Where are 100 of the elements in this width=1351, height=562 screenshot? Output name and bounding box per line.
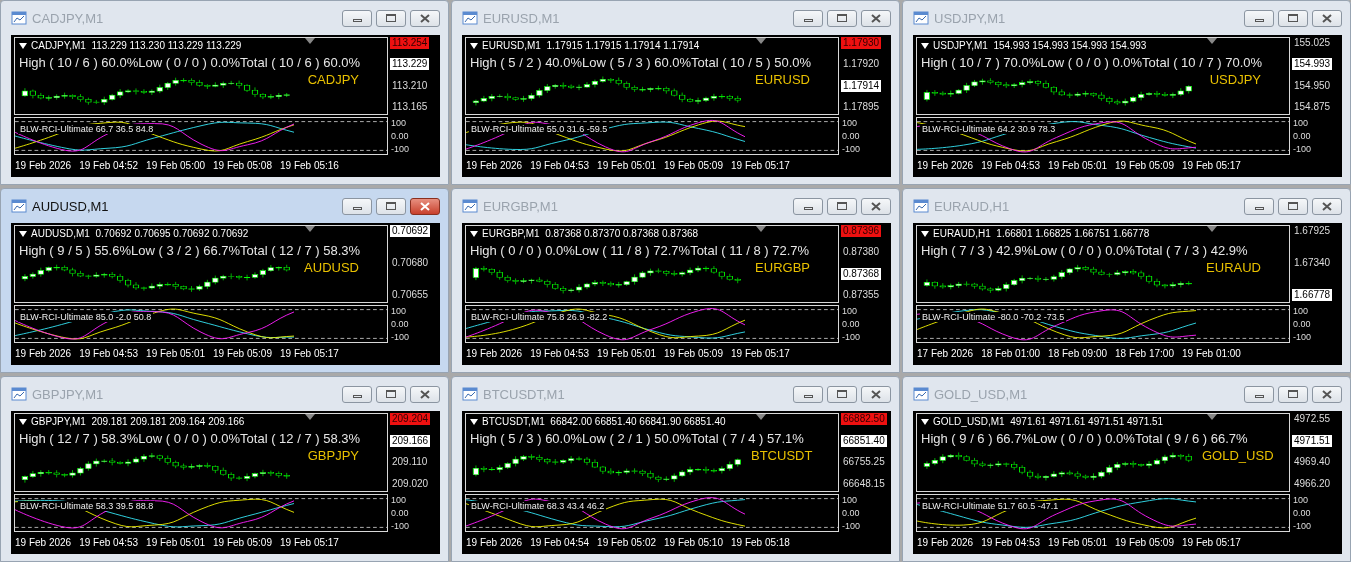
- time-label: 19 Feb 01:00: [1182, 348, 1241, 360]
- time-label: 19 Feb 05:01: [146, 348, 206, 360]
- indicator-label: BLW-RCI-Ultimate 58.3 39.5 88.8: [18, 501, 156, 511]
- indicator-level-label: -100: [842, 332, 860, 343]
- indicator-level-label: -100: [391, 332, 409, 343]
- indicator-label: BLW-RCI-Ultimate 66.7 36.5 84.8: [18, 124, 156, 134]
- stats-text: High ( 9 / 5 ) 55.6%Low ( 3 / 2 ) 66.7%Total ( 12 / 7 ) 58.3%: [18, 242, 362, 258]
- window-title: CADJPY,M1: [32, 10, 104, 26]
- time-label: 19 Feb 05:09: [213, 348, 272, 360]
- current-price-tag: 0.70692: [390, 225, 431, 237]
- ohlc-info: GBPJPY,M1 209.181 209.181 209.164 209.166: [31, 416, 245, 427]
- indicator-label: BLW-RCI-Ultimate 64.2 30.9 78.3: [920, 124, 1058, 134]
- alert-price-tag: 0.87396: [841, 225, 882, 237]
- symbol-label: EURAUD: [1206, 260, 1261, 275]
- time-label: 19 Feb 05:18: [731, 537, 790, 549]
- price-label: 4972.55: [1293, 413, 1332, 425]
- time-label: 19 Feb 05:17: [280, 537, 339, 549]
- time-label: 19 Feb 05:09: [213, 537, 272, 549]
- time-label: 19 Feb 04:53: [981, 160, 1041, 172]
- time-label: 19 Feb 05:01: [1048, 160, 1108, 172]
- indicator-level-label: 0.00: [1293, 508, 1311, 519]
- time-label: 19 Feb 04:53: [981, 537, 1041, 549]
- time-label: 19 Feb 05:10: [664, 537, 723, 549]
- symbol-label: CADJPY: [307, 72, 359, 87]
- stats-text: High ( 9 / 6 ) 66.7%Low ( 0 / 0 ) 0.0%Total ( 9 / 6 ) 66.7%: [920, 430, 1249, 446]
- indicator-level-label: 100: [1293, 118, 1309, 129]
- indicator-level-label: 100: [391, 495, 407, 506]
- price-label: 209.020: [391, 477, 430, 490]
- indicator-level-label: 0.00: [391, 319, 409, 330]
- window-title: GBPJPY,M1: [32, 386, 104, 402]
- price-label: 4969.40: [1293, 456, 1332, 469]
- price-label: 155.025: [1293, 37, 1332, 49]
- indicator-label: BLW-RCI-Ultimate 51.7 60.5 -47.1: [920, 501, 1061, 511]
- current-price-tag: 4971.51: [1292, 434, 1333, 447]
- indicator-level-label: 100: [842, 118, 858, 129]
- time-label: 17 Feb 2026: [917, 348, 974, 360]
- time-label: 19 Feb 04:54: [530, 537, 590, 549]
- time-label: 19 Feb 04:53: [530, 160, 590, 172]
- time-label: 19 Feb 05:01: [1048, 537, 1108, 549]
- time-label: 19 Feb 04:53: [79, 348, 139, 360]
- symbol-label: EURUSD: [755, 72, 810, 87]
- window-title: EURGBP,M1: [483, 198, 558, 214]
- indicator-level-label: 0.00: [842, 319, 860, 330]
- stats-text: High ( 5 / 2 ) 40.0%Low ( 5 / 3 ) 60.0%Total ( 10 / 5 ) 50.0%: [469, 54, 813, 70]
- time-label: 18 Feb 01:00: [981, 348, 1041, 360]
- current-price-tag: 113.229: [390, 58, 430, 71]
- indicator-level-label: 100: [842, 306, 858, 317]
- current-price-tag: 0.87368: [841, 267, 882, 280]
- symbol-label: USDJPY: [1209, 72, 1261, 87]
- time-label: 19 Feb 05:08: [213, 160, 272, 172]
- ohlc-info: USDJPY,M1 154.993 154.993 154.993 154.993: [933, 40, 1147, 51]
- indicator-label: BLW-RCI-Ultimate 75.8 26.9 -82.2: [469, 312, 610, 322]
- time-label: 19 Feb 2026: [466, 537, 523, 549]
- time-label: 19 Feb 2026: [466, 160, 523, 172]
- indicator-level-label: 0.00: [842, 131, 860, 142]
- time-label: 19 Feb 05:01: [146, 537, 206, 549]
- time-label: 19 Feb 04:52: [79, 160, 139, 172]
- price-label: 0.87355: [842, 289, 881, 301]
- stats-text: High ( 12 / 7 ) 58.3%Low ( 0 / 0 ) 0.0%Total ( 12 / 7 ) 58.3%: [18, 430, 362, 446]
- time-label: 19 Feb 05:17: [280, 348, 339, 360]
- ohlc-info: EURGBP,M1 0.87368 0.87370 0.87368 0.87368: [482, 228, 699, 239]
- ohlc-info: GOLD_USD,M1 4971.61 4971.61 4971.51 4971.51: [933, 416, 1164, 427]
- price-label: 0.70680: [391, 257, 430, 269]
- price-label: 4966.20: [1293, 477, 1332, 490]
- price-label: 1.17920: [842, 58, 881, 71]
- window-title: GOLD_USD,M1: [934, 386, 1028, 402]
- time-label: 19 Feb 2026: [917, 537, 974, 549]
- symbol-label: GOLD_USD: [1202, 448, 1274, 463]
- time-label: 19 Feb 2026: [15, 537, 72, 549]
- price-label: 66648.15: [842, 477, 886, 490]
- price-label: 113.165: [391, 101, 429, 113]
- stats-text: High ( 10 / 7 ) 70.0%Low ( 0 / 0 ) 0.0%Total ( 10 / 7 ) 70.0%: [920, 54, 1264, 70]
- window-title: BTCUSDT,M1: [483, 386, 565, 402]
- time-label: 19 Feb 2026: [15, 348, 72, 360]
- ohlc-info: CADJPY,M1 113.229 113.230 113.229 113.229: [31, 40, 242, 51]
- indicator-level-label: 0.00: [1293, 319, 1311, 330]
- window-title: EURAUD,H1: [934, 198, 1010, 214]
- time-label: 19 Feb 05:01: [597, 160, 657, 172]
- indicator-level-label: 100: [1293, 495, 1309, 506]
- price-label: 113.210: [391, 79, 429, 92]
- stats-text: High ( 10 / 6 ) 60.0%Low ( 0 / 0 ) 0.0%Total ( 10 / 6 ) 60.0%: [18, 54, 362, 70]
- time-label: 19 Feb 04:53: [79, 537, 139, 549]
- indicator-level-label: -100: [842, 144, 860, 155]
- time-label: 19 Feb 2026: [466, 348, 523, 360]
- stats-text: High ( 7 / 3 ) 42.9%Low ( 0 / 0 ) 0.0%Total ( 7 / 3 ) 42.9%: [920, 242, 1249, 258]
- indicator-label: BLW-RCI-Ultimate 55.0 31.6 -59.5: [469, 124, 610, 134]
- indicator-level-label: 100: [391, 306, 407, 317]
- indicator-level-label: 0.00: [391, 131, 409, 142]
- price-label: 1.67925: [1293, 225, 1332, 237]
- ohlc-info: BTCUSDT,M1 66842.00 66851.40 66841.90 66851.40: [482, 416, 726, 427]
- time-label: 19 Feb 04:53: [530, 348, 590, 360]
- current-price-tag: 1.66778: [1292, 289, 1333, 301]
- indicator-label: BLW-RCI-Ultimate -80.0 -70.2 -73.5: [920, 312, 1067, 322]
- current-price-tag: 209.166: [390, 434, 431, 447]
- indicator-level-label: 0.00: [1293, 131, 1311, 142]
- price-label: 0.87380: [842, 246, 881, 259]
- time-label: 19 Feb 05:02: [597, 537, 657, 549]
- symbol-label: BTCUSDT: [751, 448, 813, 463]
- time-label: 19 Feb 05:01: [597, 348, 657, 360]
- indicator-label: BLW-RCI-Ultimate 68.3 43.4 46.2: [469, 501, 607, 511]
